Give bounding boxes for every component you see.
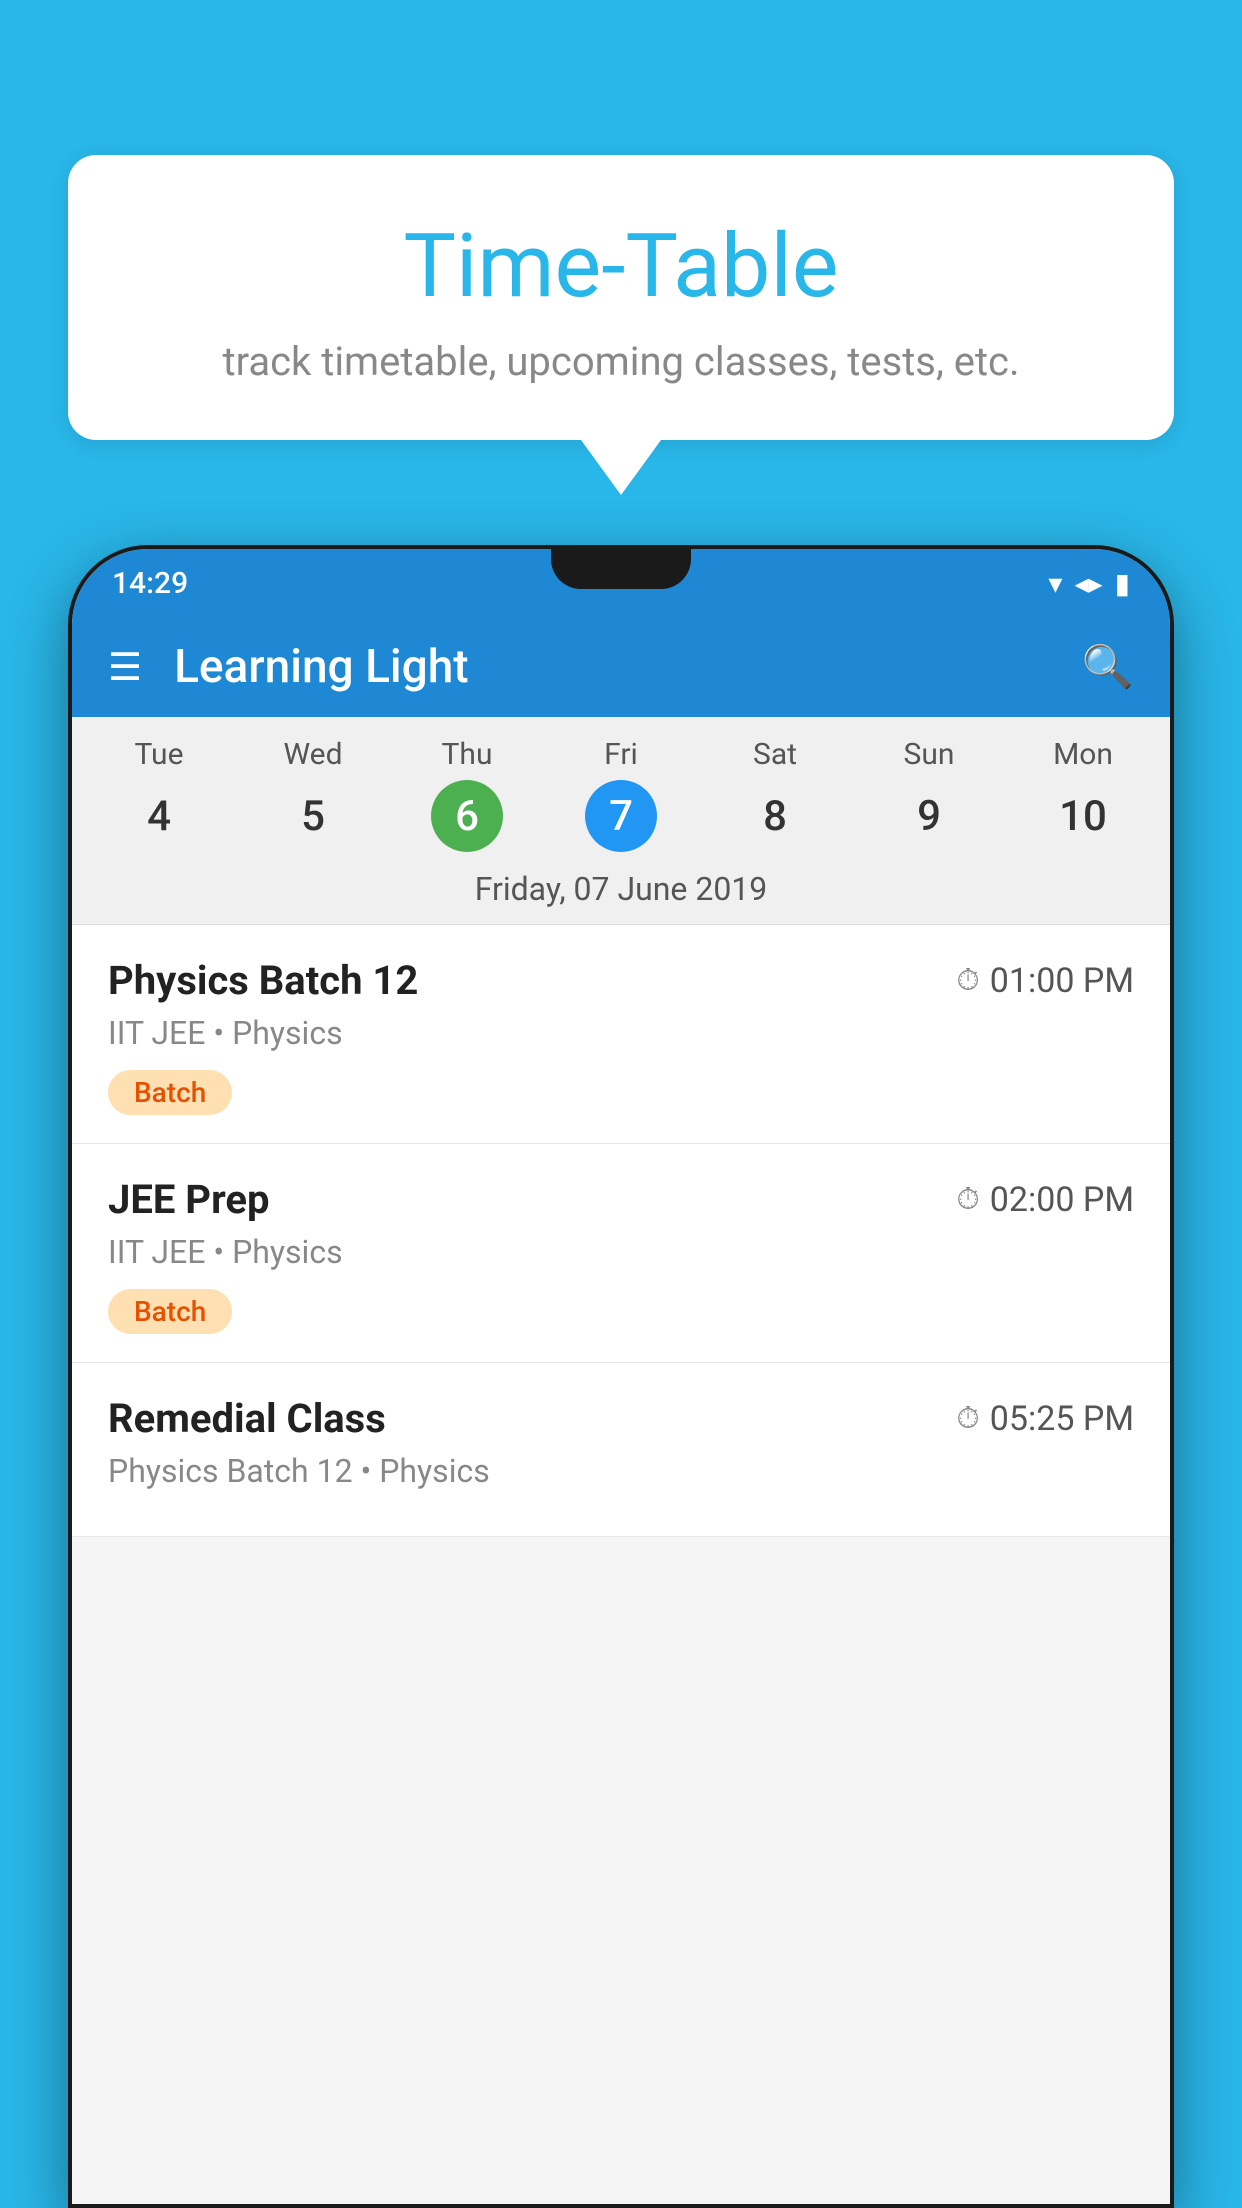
day-name: Mon xyxy=(1053,737,1113,772)
app-title: Learning Light xyxy=(174,640,1050,694)
class-meta: IIT JEE • Physics xyxy=(108,1014,1134,1052)
app-bar: ☰ Learning Light 🔍 xyxy=(72,617,1170,717)
class-name: Remedial Class xyxy=(108,1395,386,1442)
class-time: ⏱ 02:00 PM xyxy=(956,1180,1134,1220)
class-item-header: JEE Prep ⏱ 02:00 PM xyxy=(108,1176,1134,1223)
day-num[interactable]: 4 xyxy=(123,780,195,852)
class-list: Physics Batch 12 ⏱ 01:00 PM IIT JEE • Physi… xyxy=(72,925,1170,1537)
bubble-subtitle: track timetable, upcoming classes, tests… xyxy=(128,338,1114,385)
day-name: Tue xyxy=(135,737,184,772)
batch-badge: Batch xyxy=(108,1289,232,1334)
day-name: Fri xyxy=(604,737,638,772)
day-num[interactable]: 10 xyxy=(1047,780,1119,852)
time-text: 02:00 PM xyxy=(990,1180,1134,1220)
day-num[interactable]: 5 xyxy=(277,780,349,852)
day-name: Wed xyxy=(284,737,343,772)
class-name: Physics Batch 12 xyxy=(108,957,418,1004)
class-item-header: Remedial Class ⏱ 05:25 PM xyxy=(108,1395,1134,1442)
day-num[interactable]: 9 xyxy=(893,780,965,852)
day-col-sun[interactable]: Sun 9 xyxy=(852,737,1006,852)
day-num[interactable]: 6 xyxy=(431,780,503,852)
speech-bubble-container: Time-Table track timetable, upcoming cla… xyxy=(68,155,1174,495)
day-name: Thu xyxy=(442,737,493,772)
day-name: Sun xyxy=(904,737,955,772)
class-item[interactable]: JEE Prep ⏱ 02:00 PM IIT JEE • Physics Batch xyxy=(72,1144,1170,1363)
hamburger-icon[interactable]: ☰ xyxy=(108,645,142,690)
selected-date-label: Friday, 07 June 2019 xyxy=(72,860,1170,925)
class-meta: Physics Batch 12 • Physics xyxy=(108,1452,1134,1490)
time-text: 05:25 PM xyxy=(990,1399,1134,1439)
class-item-header: Physics Batch 12 ⏱ 01:00 PM xyxy=(108,957,1134,1004)
phone-inner: 14:29 ▾ ◂▸ ▮ ☰ Learning Light 🔍 Tue 4 Wed 5… xyxy=(72,549,1170,2204)
wifi-icon: ▾ xyxy=(1048,567,1062,600)
clock-icon: ⏱ xyxy=(956,1182,979,1217)
phone-frame: 14:29 ▾ ◂▸ ▮ ☰ Learning Light 🔍 Tue 4 Wed 5… xyxy=(68,545,1174,2208)
week-days: Tue 4 Wed 5 Thu 6 Fri 7 Sat 8 Sun 9 Mon 10 xyxy=(72,717,1170,860)
day-col-mon[interactable]: Mon 10 xyxy=(1006,737,1160,852)
class-time: ⏱ 05:25 PM xyxy=(956,1399,1134,1439)
clock-icon: ⏱ xyxy=(956,963,979,998)
day-col-fri[interactable]: Fri 7 xyxy=(544,737,698,852)
day-col-sat[interactable]: Sat 8 xyxy=(698,737,852,852)
day-col-tue[interactable]: Tue 4 xyxy=(82,737,236,852)
day-col-wed[interactable]: Wed 5 xyxy=(236,737,390,852)
status-icons: ▾ ◂▸ ▮ xyxy=(1048,567,1130,600)
speech-bubble: Time-Table track timetable, upcoming cla… xyxy=(68,155,1174,440)
phone-notch xyxy=(551,549,691,589)
day-name: Sat xyxy=(753,737,797,772)
class-time: ⏱ 01:00 PM xyxy=(956,961,1134,1001)
clock-icon: ⏱ xyxy=(956,1401,979,1436)
day-num[interactable]: 8 xyxy=(739,780,811,852)
status-time: 14:29 xyxy=(112,566,188,601)
batch-badge: Batch xyxy=(108,1070,232,1115)
class-name: JEE Prep xyxy=(108,1176,269,1223)
search-icon[interactable]: 🔍 xyxy=(1082,643,1134,692)
battery-icon: ▮ xyxy=(1115,567,1130,600)
time-text: 01:00 PM xyxy=(990,961,1134,1001)
calendar-section: Tue 4 Wed 5 Thu 6 Fri 7 Sat 8 Sun 9 Mon 10 Friday, 07… xyxy=(72,717,1170,925)
speech-bubble-arrow xyxy=(581,440,661,495)
day-num[interactable]: 7 xyxy=(585,780,657,852)
day-col-thu[interactable]: Thu 6 xyxy=(390,737,544,852)
bubble-title: Time-Table xyxy=(128,215,1114,318)
class-item[interactable]: Physics Batch 12 ⏱ 01:00 PM IIT JEE • Physi… xyxy=(72,925,1170,1144)
class-item[interactable]: Remedial Class ⏱ 05:25 PM Physics Batch 12 … xyxy=(72,1363,1170,1537)
signal-icon: ◂▸ xyxy=(1074,567,1102,600)
class-meta: IIT JEE • Physics xyxy=(108,1233,1134,1271)
